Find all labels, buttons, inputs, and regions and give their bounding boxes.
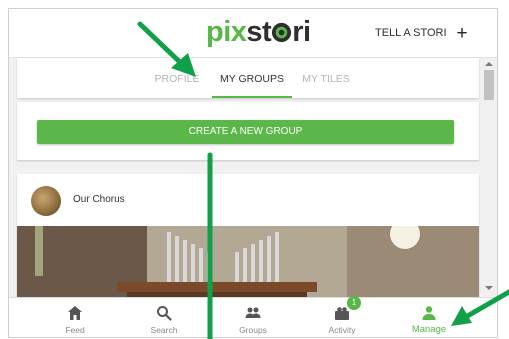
scroll-down-arrow[interactable]	[485, 286, 493, 290]
create-new-group-button[interactable]: CREATE A NEW GROUP	[37, 120, 454, 144]
groups-icon	[245, 307, 261, 318]
app-window: pixst ri TELL A STORI + PROFILE MY GROUP…	[8, 8, 498, 338]
logo-text-st: st	[246, 16, 272, 48]
group-cover-photo[interactable]	[17, 226, 479, 304]
tab-my-tiles[interactable]: MY TILES	[300, 58, 352, 98]
bottom-navigation: Feed Search Groups 1 Activity Manage	[9, 296, 497, 337]
scrollbar[interactable]	[482, 58, 497, 296]
plus-icon: +	[456, 22, 468, 44]
logo-text-pix: pix	[206, 16, 247, 48]
nav-activity[interactable]: 1 Activity	[312, 296, 372, 337]
scroll-thumb[interactable]	[484, 70, 494, 100]
profile-tabs: PROFILE MY GROUPS MY TILES	[17, 58, 479, 98]
nav-search[interactable]: Search	[134, 298, 194, 337]
tab-profile[interactable]: PROFILE	[151, 58, 203, 98]
group-avatar[interactable]	[31, 186, 61, 216]
nav-activity-label: Activity	[328, 325, 356, 335]
logo-text-ri: ri	[292, 16, 311, 48]
nav-feed[interactable]: Feed	[45, 298, 105, 337]
logo-o-icon	[272, 22, 292, 43]
nav-manage[interactable]: Manage	[399, 298, 459, 337]
create-group-card: CREATE A NEW GROUP	[17, 102, 479, 160]
nav-manage-label: Manage	[411, 324, 447, 335]
tell-a-stori-label: TELL A STORI	[375, 27, 447, 39]
search-icon	[157, 306, 172, 321]
nav-groups[interactable]: Groups	[223, 298, 283, 337]
app-header: pixst ri TELL A STORI +	[9, 9, 497, 58]
scroll-up-arrow[interactable]	[485, 62, 493, 66]
nav-feed-label: Feed	[65, 325, 85, 335]
tab-my-groups[interactable]: MY GROUPS	[212, 58, 292, 98]
nav-groups-label: Groups	[239, 325, 267, 335]
activity-badge: 1	[347, 296, 361, 310]
group-name[interactable]: Our Chorus	[73, 194, 125, 205]
person-icon	[422, 306, 436, 320]
group-card[interactable]: Our Chorus	[17, 174, 479, 304]
home-icon	[68, 306, 82, 320]
nav-search-label: Search	[150, 325, 178, 335]
tell-a-stori-button[interactable]: TELL A STORI +	[375, 22, 468, 44]
pixstori-logo[interactable]: pixst ri	[206, 16, 311, 48]
